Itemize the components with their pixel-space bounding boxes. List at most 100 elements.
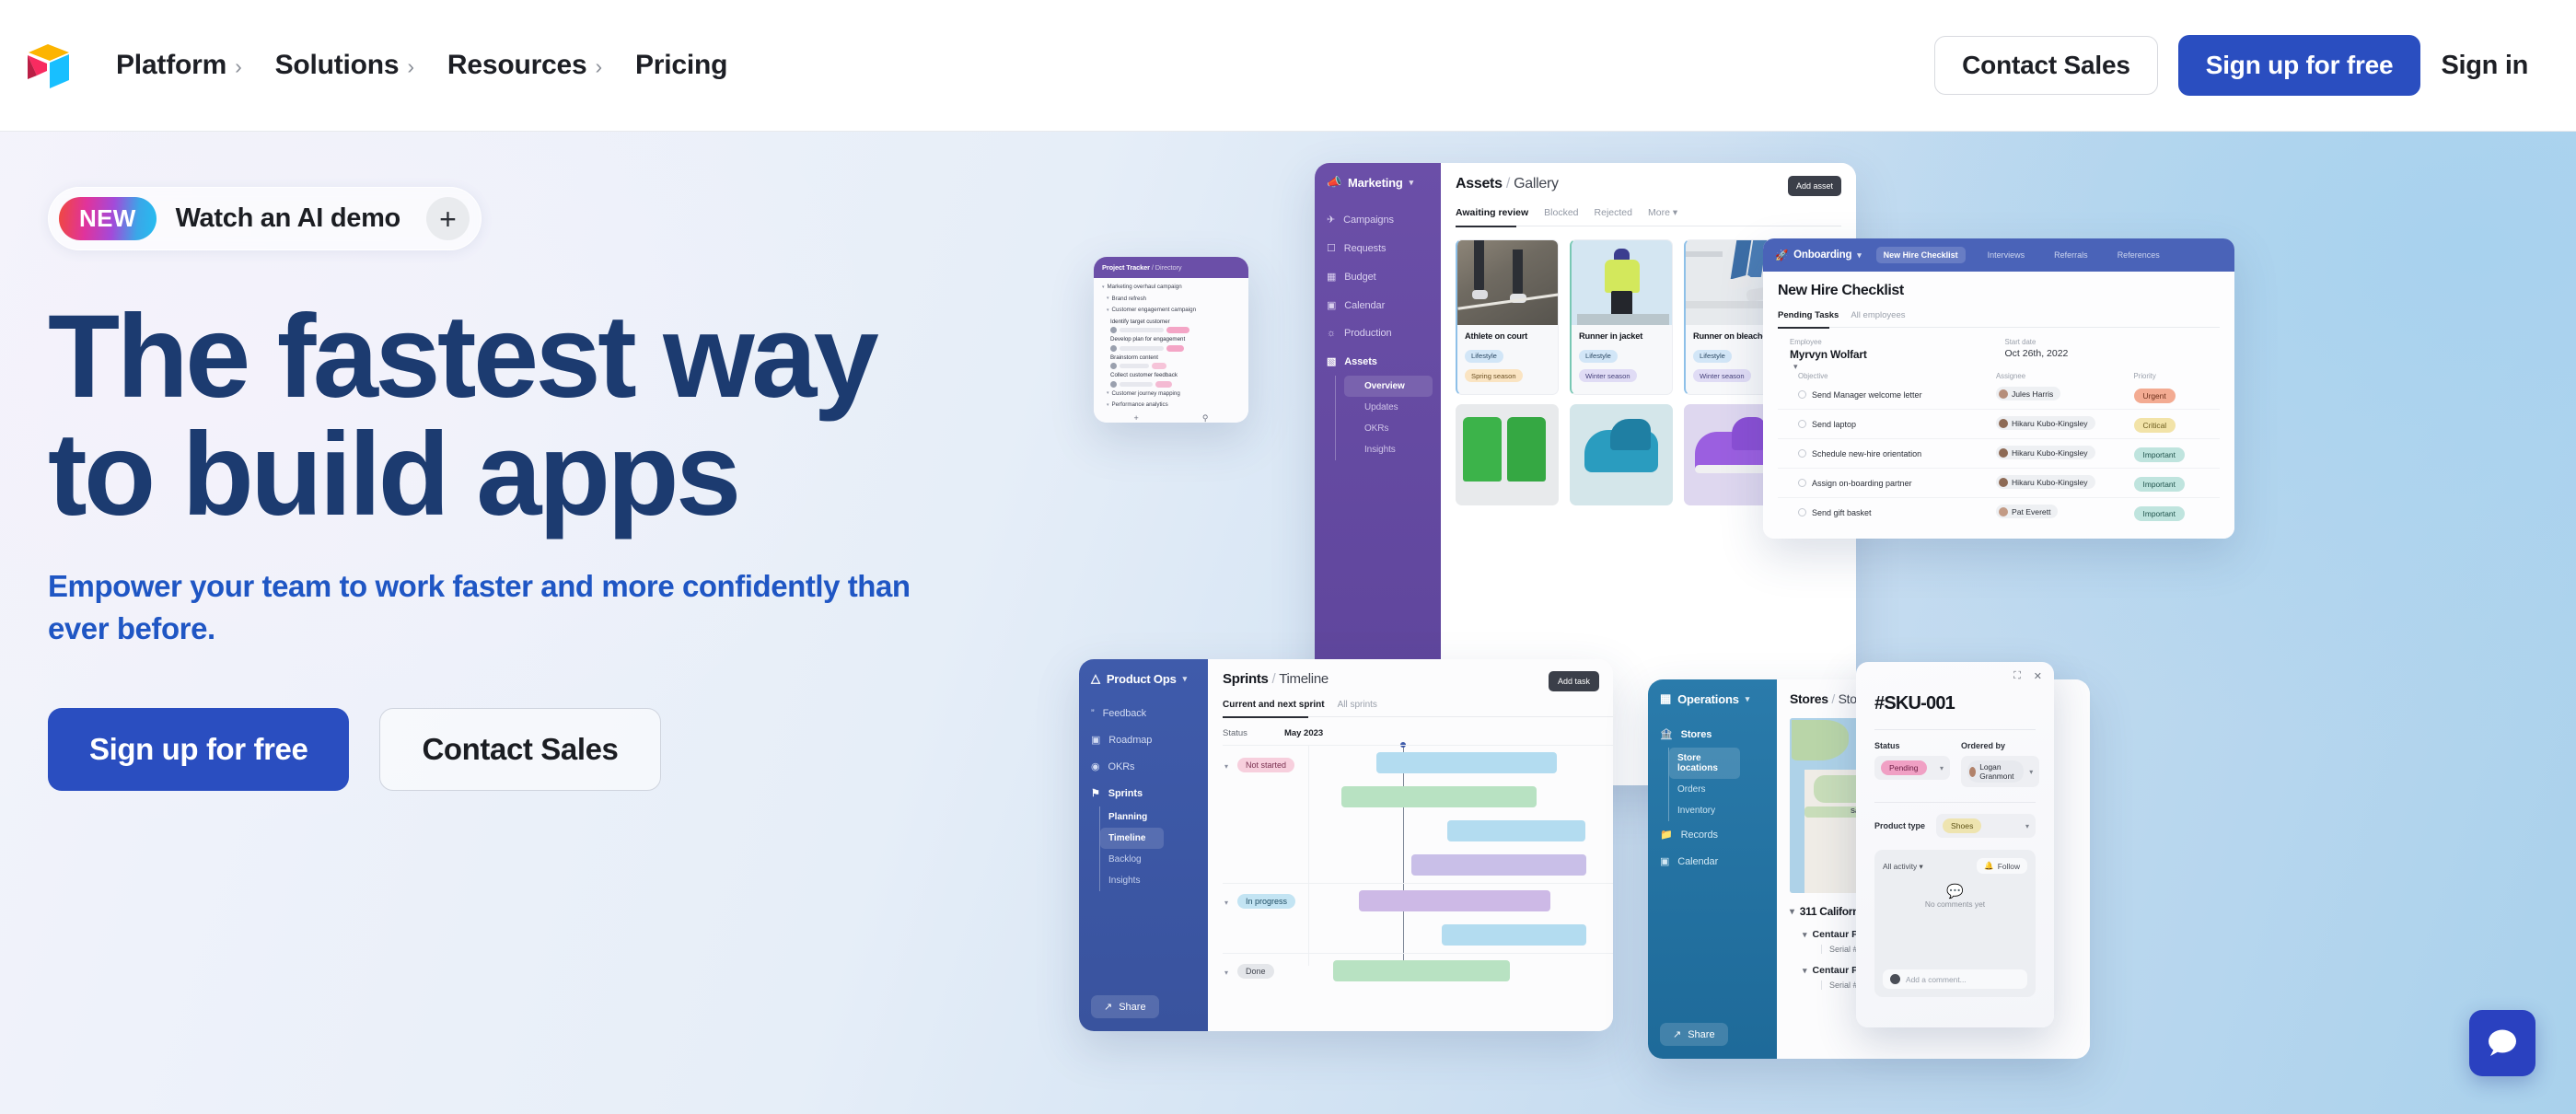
tab-interviews[interactable]: Interviews xyxy=(1980,247,2033,263)
gantt-bar[interactable] xyxy=(1359,890,1550,911)
tracker-task[interactable]: Collect customer feedback xyxy=(1110,372,1240,388)
sidebar-item-feedback[interactable]: ” Feedback xyxy=(1079,701,1208,726)
share-button[interactable]: ↗ Share xyxy=(1091,995,1159,1018)
nav-item-pricing[interactable]: Pricing xyxy=(635,50,727,81)
sidebar-item-roadmap[interactable]: ▣ Roadmap xyxy=(1079,726,1208,753)
product-ops-brand[interactable]: △ Product Ops ▾ xyxy=(1079,671,1208,701)
nav-item-resources[interactable]: Resources › xyxy=(447,50,602,81)
status-select[interactable]: Pending ▾ xyxy=(1874,756,1950,780)
subnav-item-inventory[interactable]: Inventory xyxy=(1669,800,1777,821)
subnav-item-updates[interactable]: Updates xyxy=(1336,397,1441,418)
sidebar-item-calendar[interactable]: ▣ Calendar xyxy=(1648,848,1777,875)
subtab-all-employees[interactable]: All employees xyxy=(1851,310,1905,320)
sidebar-item-requests[interactable]: ☐ Requests xyxy=(1315,234,1441,262)
chevron-down-icon[interactable]: ▾ xyxy=(1224,762,1228,771)
checkbox-icon[interactable] xyxy=(1798,448,1806,458)
sidebar-item-records[interactable]: 📁 Records xyxy=(1648,821,1777,848)
sidebar-item-campaigns[interactable]: ✈ Campaigns xyxy=(1315,205,1441,234)
tab-rejected[interactable]: Rejected xyxy=(1595,207,1632,218)
signin-link[interactable]: Sign in xyxy=(2441,51,2528,81)
tab-references[interactable]: References xyxy=(2110,247,2167,263)
table-row[interactable]: Send gift basket Pat Everett Important xyxy=(1778,498,2220,527)
sidebar-item-sprints[interactable]: ⚑ Sprints xyxy=(1079,780,1208,806)
gantt-bar[interactable] xyxy=(1447,820,1585,841)
gantt-bar[interactable] xyxy=(1333,960,1510,981)
sidebar-item-production[interactable]: ☼ Production xyxy=(1315,319,1441,347)
watch-ai-demo-pill[interactable]: NEW Watch an AI demo + xyxy=(48,187,482,250)
signup-button[interactable]: Sign up for free xyxy=(2177,35,2421,96)
expand-icon[interactable]: ⛶ xyxy=(2013,670,2021,682)
table-row[interactable]: Schedule new-hire orientation Hikaru Kub… xyxy=(1778,439,2220,469)
product-image-teal-sneaker[interactable] xyxy=(1570,404,1673,505)
checkbox-icon[interactable] xyxy=(1798,389,1806,399)
table-row[interactable]: Assign on-boarding partner Hikaru Kubo-K… xyxy=(1778,469,2220,498)
close-icon[interactable]: ✕ xyxy=(2034,670,2042,682)
subnav-item-orders[interactable]: Orders xyxy=(1669,779,1777,800)
nav-item-solutions[interactable]: Solutions › xyxy=(275,50,415,81)
tab-awaiting-review[interactable]: Awaiting review xyxy=(1456,207,1528,218)
plus-icon[interactable]: + xyxy=(1134,413,1139,423)
subtab-pending-tasks[interactable]: Pending Tasks xyxy=(1778,310,1839,320)
subnav-item-insights[interactable]: Insights xyxy=(1100,870,1208,891)
tracker-group[interactable]: ▾ Brand refresh xyxy=(1107,296,1240,302)
tab-all-sprints[interactable]: All sprints xyxy=(1338,700,1377,710)
tracker-task[interactable]: Develop plan for engagement xyxy=(1110,336,1240,352)
gantt-bar[interactable] xyxy=(1376,752,1557,773)
subnav-item-planning[interactable]: Planning xyxy=(1100,806,1208,828)
gantt-bar[interactable] xyxy=(1411,854,1586,876)
chevron-down-icon[interactable]: ▾ xyxy=(1224,969,1228,977)
chat-widget-button[interactable] xyxy=(2469,1010,2535,1076)
table-row[interactable]: Send Manager welcome letter Jules Harris… xyxy=(1778,380,2220,410)
tab-more[interactable]: More ▾ xyxy=(1648,207,1677,218)
activity-filter[interactable]: All activity ▾ xyxy=(1883,862,1923,871)
checkbox-icon[interactable] xyxy=(1798,478,1806,487)
tab-blocked[interactable]: Blocked xyxy=(1544,207,1578,218)
gantt-bar[interactable] xyxy=(1341,786,1537,807)
sidebar-item-okrs[interactable]: ◉ OKRs xyxy=(1079,753,1208,780)
onboarding-brand[interactable]: 🚀 Onboarding ▾ xyxy=(1775,249,1862,261)
checkbox-icon[interactable] xyxy=(1798,419,1806,428)
nav-item-platform[interactable]: Platform › xyxy=(116,50,242,81)
operations-brand[interactable]: ▦ Operations ▾ xyxy=(1648,691,1777,721)
comment-input[interactable]: Add a comment... xyxy=(1883,969,2027,989)
hero-contact-sales-button[interactable]: Contact Sales xyxy=(379,708,661,792)
subnav-item-insights[interactable]: Insights xyxy=(1336,439,1441,460)
share-button[interactable]: ↗ Share xyxy=(1660,1023,1728,1046)
tracker-group[interactable]: ▾ Performance analytics xyxy=(1107,401,1240,408)
asset-card[interactable]: Athlete on court Lifestyle Spring season xyxy=(1456,239,1559,395)
tracker-group[interactable]: ▾ Customer engagement campaign xyxy=(1107,307,1240,313)
tab-referrals[interactable]: Referrals xyxy=(2047,247,2095,263)
asset-card[interactable]: Runner in jacket Lifestyle Winter season xyxy=(1570,239,1673,395)
sidebar-item-calendar[interactable]: ▣ Calendar xyxy=(1315,291,1441,319)
tracker-group[interactable]: ▾ Marketing overhaul campaign xyxy=(1102,284,1240,290)
plus-icon[interactable]: + xyxy=(425,197,470,240)
add-asset-button[interactable]: Add asset xyxy=(1787,176,1841,196)
tracker-task[interactable]: Identify target customer xyxy=(1110,319,1240,333)
subnav-item-okrs[interactable]: OKRs xyxy=(1336,418,1441,439)
contact-sales-button[interactable]: Contact Sales xyxy=(1934,36,2158,95)
gantt-bar[interactable] xyxy=(1442,924,1586,946)
product-image-green-polo[interactable] xyxy=(1456,404,1559,505)
table-row[interactable]: Send laptop Hikaru Kubo-Kingsley Critica… xyxy=(1778,410,2220,439)
subnav-item-timeline[interactable]: Timeline xyxy=(1100,828,1164,849)
airtable-logo[interactable] xyxy=(24,40,74,91)
sidebar-item-assets[interactable]: ▧ Assets xyxy=(1315,347,1441,376)
subnav-item-overview[interactable]: Overview xyxy=(1344,376,1433,397)
add-task-button[interactable]: Add task xyxy=(1548,671,1599,691)
sidebar-item-stores[interactable]: 🏦 Stores xyxy=(1648,721,1777,748)
product-type-select[interactable]: Shoes ▾ xyxy=(1936,814,2036,838)
subnav-item-backlog[interactable]: Backlog xyxy=(1100,849,1208,870)
checkbox-icon[interactable] xyxy=(1798,507,1806,516)
ordered-by-select[interactable]: Logan Granmont ▾ xyxy=(1961,756,2040,787)
follow-button[interactable]: 🔔 Follow xyxy=(1977,858,2027,874)
hero-signup-button[interactable]: Sign up for free xyxy=(48,708,350,792)
tab-new-hire-checklist[interactable]: New Hire Checklist xyxy=(1875,247,1966,263)
tracker-group[interactable]: ▾ Customer journey mapping xyxy=(1107,390,1240,397)
search-icon[interactable]: ⚲ xyxy=(1202,413,1209,423)
marketing-brand[interactable]: 📣 Marketing ▾ xyxy=(1315,175,1441,205)
sidebar-item-budget[interactable]: ▦ Budget xyxy=(1315,262,1441,291)
tab-current-next-sprint[interactable]: Current and next sprint xyxy=(1223,700,1325,710)
subnav-item-store-locations[interactable]: Store locations xyxy=(1669,748,1740,779)
tracker-task[interactable]: Brainstorm content xyxy=(1110,354,1240,369)
chevron-down-icon[interactable]: ▾ xyxy=(1793,362,1798,372)
